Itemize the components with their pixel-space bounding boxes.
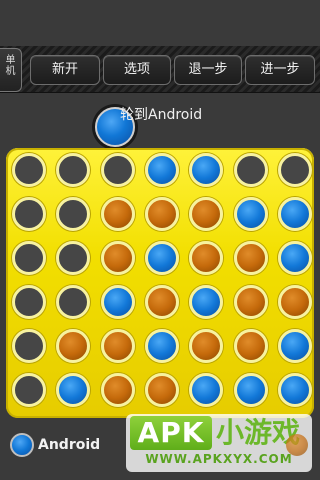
board-cell-orange[interactable] — [189, 329, 224, 363]
player-label: Android — [38, 437, 101, 453]
board-cell-blue[interactable] — [144, 153, 179, 187]
redo-button[interactable]: 进一步 — [245, 55, 315, 85]
board-cell-blue[interactable] — [189, 153, 224, 187]
board-cell-orange[interactable] — [233, 241, 268, 275]
side-tab-char-1: 单 — [5, 55, 16, 66]
board-cell-orange[interactable] — [100, 197, 135, 231]
watermark-logo: APK 小游戏 WWW.APKXYX.COM — [126, 414, 312, 472]
board-cell-empty[interactable] — [12, 373, 46, 407]
board-cell-orange[interactable] — [233, 329, 268, 363]
toolbar: 新开 选项 退一步 进一步 — [0, 46, 320, 93]
board-cell-orange[interactable] — [56, 329, 91, 363]
board-cell-blue[interactable] — [233, 197, 268, 231]
watermark-url: WWW.APKXYX.COM — [145, 452, 293, 466]
game-board[interactable] — [6, 148, 314, 418]
board-cell-empty[interactable] — [12, 241, 46, 275]
board-cell-orange[interactable] — [189, 197, 224, 231]
board-cell-empty[interactable] — [56, 241, 91, 275]
new-game-button[interactable]: 新开 — [30, 55, 100, 85]
board-cell-empty[interactable] — [233, 153, 268, 187]
board-cell-orange[interactable] — [100, 241, 135, 275]
board-cell-orange[interactable] — [100, 329, 135, 363]
board-cell-orange[interactable] — [144, 373, 179, 407]
undo-button[interactable]: 退一步 — [174, 55, 242, 85]
single-player-tab[interactable]: 单 机 — [0, 48, 22, 92]
side-tab-char-2: 机 — [5, 66, 16, 77]
board-cell-orange[interactable] — [100, 373, 135, 407]
board-cell-empty[interactable] — [100, 153, 135, 187]
board-cell-empty[interactable] — [56, 285, 91, 319]
options-button[interactable]: 选项 — [103, 55, 171, 85]
board-cell-orange[interactable] — [189, 241, 224, 275]
watermark-apk-text: APK — [130, 416, 212, 450]
board-cell-blue[interactable] — [144, 241, 179, 275]
board-cell-empty[interactable] — [56, 197, 91, 231]
board-cell-empty[interactable] — [56, 153, 91, 187]
board-cell-orange[interactable] — [277, 285, 312, 319]
board-cell-blue[interactable] — [277, 197, 312, 231]
player-disc-icon — [10, 433, 34, 457]
board-cell-orange[interactable] — [144, 197, 179, 231]
board-cell-empty[interactable] — [12, 329, 46, 363]
turn-status: 轮到Android — [120, 107, 203, 123]
board-cell-blue[interactable] — [277, 241, 312, 275]
board-cell-blue[interactable] — [189, 373, 224, 407]
board-cell-blue[interactable] — [100, 285, 135, 319]
board-cell-empty[interactable] — [277, 153, 312, 187]
board-cell-blue[interactable] — [56, 373, 91, 407]
board-cell-empty[interactable] — [12, 285, 46, 319]
board-cell-empty[interactable] — [12, 197, 46, 231]
board-cell-orange[interactable] — [233, 285, 268, 319]
board-cell-orange[interactable] — [144, 285, 179, 319]
board-cell-blue[interactable] — [233, 373, 268, 407]
board-cell-blue[interactable] — [277, 329, 312, 363]
board-cell-empty[interactable] — [12, 153, 46, 187]
board-cell-blue[interactable] — [189, 285, 224, 319]
board-cell-blue[interactable] — [144, 329, 179, 363]
board-cell-blue[interactable] — [277, 373, 312, 407]
